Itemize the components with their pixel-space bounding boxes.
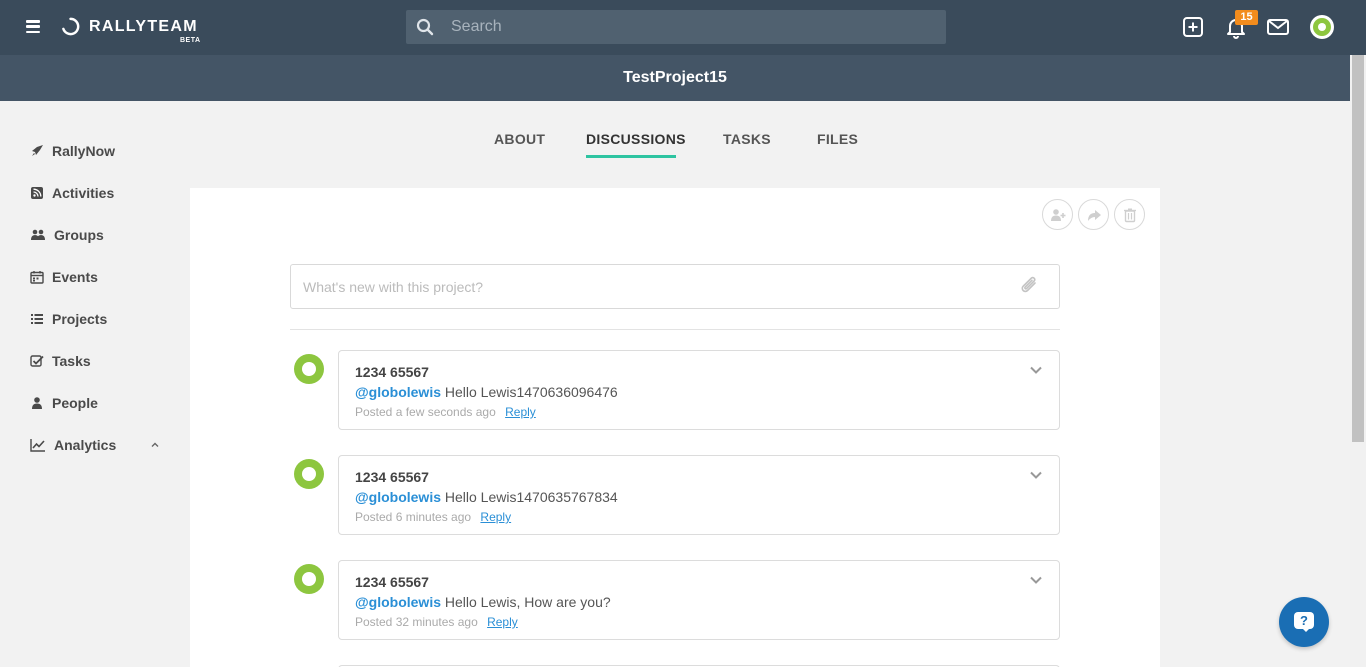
- sidebar-item-people[interactable]: People: [30, 393, 98, 413]
- checkbox-icon: [30, 355, 44, 367]
- post-meta: Posted 32 minutes ago Reply: [355, 615, 518, 629]
- divider: [290, 329, 1060, 330]
- tab-files[interactable]: FILES: [817, 131, 858, 147]
- user-icon: [32, 397, 42, 409]
- sidebar-item-label: Groups: [54, 227, 104, 243]
- discussion-post: 1234 65567 @globolewis Hello Lewis147063…: [338, 350, 1060, 430]
- discussion-post: 1234 65567 @globolewis Hello Lewis, How …: [338, 560, 1060, 640]
- project-title: TestProject15: [623, 69, 727, 86]
- post-composer: [290, 264, 1060, 309]
- post-message: @globolewis Hello Lewis1470635767834: [355, 489, 618, 505]
- chevron-down-icon[interactable]: [1029, 470, 1043, 480]
- post-avatar[interactable]: [294, 459, 324, 489]
- sidebar-item-groups[interactable]: Groups: [30, 225, 104, 245]
- post-author[interactable]: 1234 65567: [355, 364, 429, 380]
- help-chat-button[interactable]: ?: [1279, 597, 1329, 647]
- search-icon: [416, 18, 434, 36]
- line-chart-icon: [30, 439, 45, 452]
- sidebar-item-label: Projects: [52, 311, 108, 327]
- post-time: Posted a few seconds ago: [355, 405, 496, 419]
- share-icon: [1088, 210, 1101, 221]
- search-bar: [406, 10, 946, 44]
- sidebar-item-label: Tasks: [52, 353, 91, 369]
- delete-button[interactable]: [1114, 199, 1145, 230]
- reply-link[interactable]: Reply: [480, 510, 511, 524]
- tab-about[interactable]: ABOUT: [494, 131, 545, 147]
- help-icon: ?: [1294, 612, 1314, 632]
- scrollbar-thumb[interactable]: [1352, 55, 1364, 442]
- logo-mark-icon: [62, 17, 80, 36]
- notification-badge: 15: [1235, 10, 1258, 25]
- mention-link[interactable]: @globolewis: [355, 594, 441, 610]
- trash-icon: [1124, 208, 1136, 223]
- mail-icon[interactable]: [1266, 15, 1290, 39]
- logo[interactable]: RALLYTEAM: [61, 17, 198, 36]
- search-input[interactable]: [451, 10, 931, 44]
- menu-icon[interactable]: [26, 20, 40, 33]
- post-time: Posted 6 minutes ago: [355, 510, 472, 524]
- paperclip-icon[interactable]: [1018, 274, 1040, 298]
- sidebar-item-rallynow[interactable]: RallyNow: [30, 141, 115, 161]
- post-time: Posted 32 minutes ago: [355, 615, 478, 629]
- sidebar-item-events[interactable]: Events: [30, 267, 98, 287]
- tab-discussions[interactable]: DISCUSSIONS: [586, 131, 686, 147]
- post-avatar[interactable]: [294, 564, 324, 594]
- post-text: Hello Lewis, How are you?: [444, 594, 611, 610]
- sidebar-item-activities[interactable]: Activities: [30, 183, 114, 203]
- chevron-down-icon[interactable]: [1029, 365, 1043, 375]
- sidebar-item-label: Analytics: [54, 437, 117, 453]
- beta-label: BETA: [180, 37, 201, 44]
- sidebar-item-label: People: [52, 395, 98, 411]
- add-user-icon: [1051, 209, 1066, 221]
- sidebar-item-label: Events: [52, 269, 98, 285]
- tab-tasks[interactable]: TASKS: [723, 131, 771, 147]
- calendar-icon: [30, 271, 44, 284]
- active-tab-indicator: [586, 155, 676, 158]
- post-avatar[interactable]: [294, 354, 324, 384]
- mention-link[interactable]: @globolewis: [355, 384, 441, 400]
- logo-text: RALLYTEAM: [89, 17, 198, 35]
- post-message: @globolewis Hello Lewis1470636096476: [355, 384, 618, 400]
- post-meta: Posted 6 minutes ago Reply: [355, 510, 511, 524]
- post-text: Hello Lewis1470636096476: [444, 384, 618, 400]
- post-author[interactable]: 1234 65567: [355, 574, 429, 590]
- rss-icon: [31, 187, 43, 199]
- share-button[interactable]: [1078, 199, 1109, 230]
- post-message: @globolewis Hello Lewis, How are you?: [355, 594, 611, 610]
- sidebar-item-label: Activities: [52, 185, 115, 201]
- reply-link[interactable]: Reply: [505, 405, 536, 419]
- chevron-up-icon[interactable]: [150, 440, 160, 450]
- add-icon[interactable]: [1181, 15, 1205, 39]
- rocket-icon: [32, 145, 43, 156]
- sidebar-item-projects[interactable]: Projects: [30, 309, 107, 329]
- sidebar-item-analytics[interactable]: Analytics: [30, 435, 116, 455]
- reply-link[interactable]: Reply: [487, 615, 518, 629]
- list-icon: [31, 314, 43, 324]
- sidebar-item-label: RallyNow: [52, 143, 116, 159]
- user-avatar[interactable]: [1310, 15, 1334, 39]
- page-scrollbar[interactable]: [1350, 55, 1366, 667]
- post-author[interactable]: 1234 65567: [355, 469, 429, 485]
- add-member-button[interactable]: [1042, 199, 1073, 230]
- chevron-down-icon[interactable]: [1029, 575, 1043, 585]
- project-header: TestProject15: [0, 55, 1350, 101]
- composer-input[interactable]: [303, 265, 1003, 308]
- sidebar-item-tasks[interactable]: Tasks: [30, 351, 91, 371]
- discussion-post: 1234 65567 @globolewis Hello Lewis147063…: [338, 455, 1060, 535]
- users-icon: [31, 229, 45, 240]
- mention-link[interactable]: @globolewis: [355, 489, 441, 505]
- top-navbar: RALLYTEAM BETA 15: [0, 0, 1366, 55]
- post-meta: Posted a few seconds ago Reply: [355, 405, 536, 419]
- post-text: Hello Lewis1470635767834: [444, 489, 618, 505]
